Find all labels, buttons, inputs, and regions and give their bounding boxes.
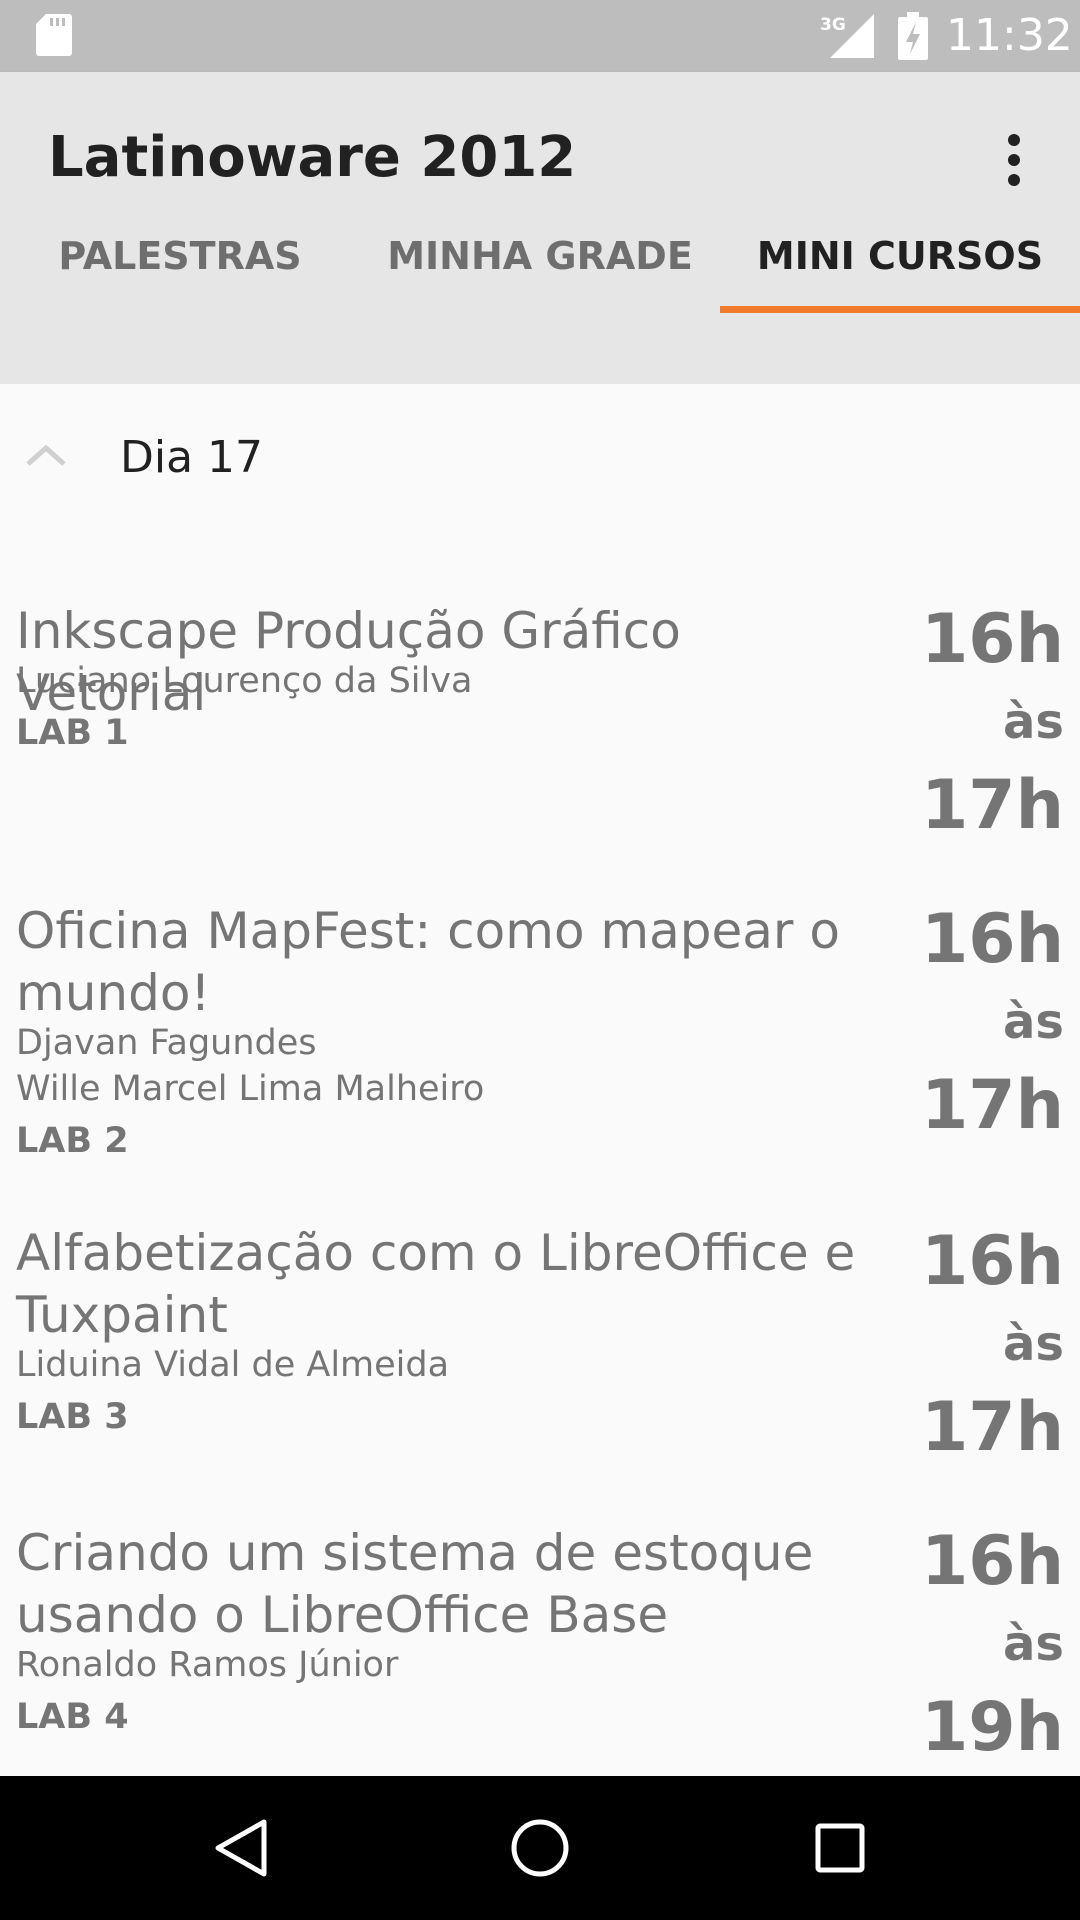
tab-minha-grade[interactable]: MINHA GRADE xyxy=(360,200,720,312)
course-time-separator: às xyxy=(1003,994,1064,1050)
network-type-label: 3G xyxy=(820,15,846,35)
course-time-separator: às xyxy=(1003,694,1064,750)
group-title: Dia 17 xyxy=(120,432,264,483)
course-speaker: Ronaldo Ramos Júnior xyxy=(16,1645,399,1685)
chevron-up-icon[interactable] xyxy=(24,440,68,470)
app-title: Latinoware 2012 xyxy=(48,125,577,190)
recents-icon[interactable] xyxy=(804,1812,876,1884)
tab-indicator xyxy=(720,306,1080,313)
tab-palestras[interactable]: PALESTRAS xyxy=(0,200,360,312)
battery-icon xyxy=(898,12,928,60)
course-title: Criando um sistema de estoque usando o L… xyxy=(16,1524,814,1644)
cell-signal-icon: 3G xyxy=(820,14,874,58)
course-time-separator: às xyxy=(1003,1316,1064,1372)
home-icon[interactable] xyxy=(504,1812,576,1884)
system-nav-bar xyxy=(0,1776,1080,1920)
list-item[interactable]: Alfabetização com o LibreOffice e Tuxpai… xyxy=(0,1222,1080,1502)
course-end-time: 17h xyxy=(920,766,1064,845)
tab-mini-cursos[interactable]: MINI CURSOS xyxy=(720,200,1080,312)
course-start-time: 16h xyxy=(920,900,1064,979)
group-header-dia-17[interactable]: Dia 17 xyxy=(0,408,1080,518)
course-lab: LAB 3 xyxy=(16,1397,129,1437)
course-end-time: 17h xyxy=(920,1388,1064,1467)
back-icon[interactable] xyxy=(204,1812,276,1884)
list-item[interactable]: Criando um sistema de estoque usando o L… xyxy=(0,1522,1080,1776)
course-speaker: Djavan Fagundes xyxy=(16,1023,317,1063)
list-item[interactable]: Inkscape Produção Gráfico Vetorial Lucia… xyxy=(0,600,1080,880)
course-start-time: 16h xyxy=(920,1522,1064,1601)
course-speaker: Luciano Lourenço da Silva xyxy=(16,661,473,701)
course-end-time: 17h xyxy=(920,1066,1064,1145)
course-lab: LAB 4 xyxy=(16,1697,129,1737)
course-lab: LAB 2 xyxy=(16,1121,129,1161)
course-title: Oficina MapFest: como mapear o mundo! xyxy=(16,902,840,1022)
course-title: Alfabetização com o LibreOffice e Tuxpai… xyxy=(16,1224,856,1344)
more-vert-icon[interactable] xyxy=(994,128,1034,192)
course-speaker: Liduina Vidal de Almeida xyxy=(16,1345,450,1385)
course-start-time: 16h xyxy=(920,1222,1064,1301)
course-speaker: Wille Marcel Lima Malheiro xyxy=(16,1069,485,1109)
course-list[interactable]: Dia 17 Inkscape Produção Gráfico Vetoria… xyxy=(0,384,1080,1776)
status-clock: 11:32 xyxy=(946,10,1073,61)
status-bar: 3G 11:32 xyxy=(0,0,1080,72)
course-end-time: 19h xyxy=(920,1688,1064,1767)
course-lab: LAB 1 xyxy=(16,713,129,753)
list-item[interactable]: Oficina MapFest: como mapear o mundo! Dj… xyxy=(0,900,1080,1200)
course-time-separator: às xyxy=(1003,1616,1064,1672)
sd-card-icon xyxy=(36,14,72,56)
course-start-time: 16h xyxy=(920,600,1064,679)
